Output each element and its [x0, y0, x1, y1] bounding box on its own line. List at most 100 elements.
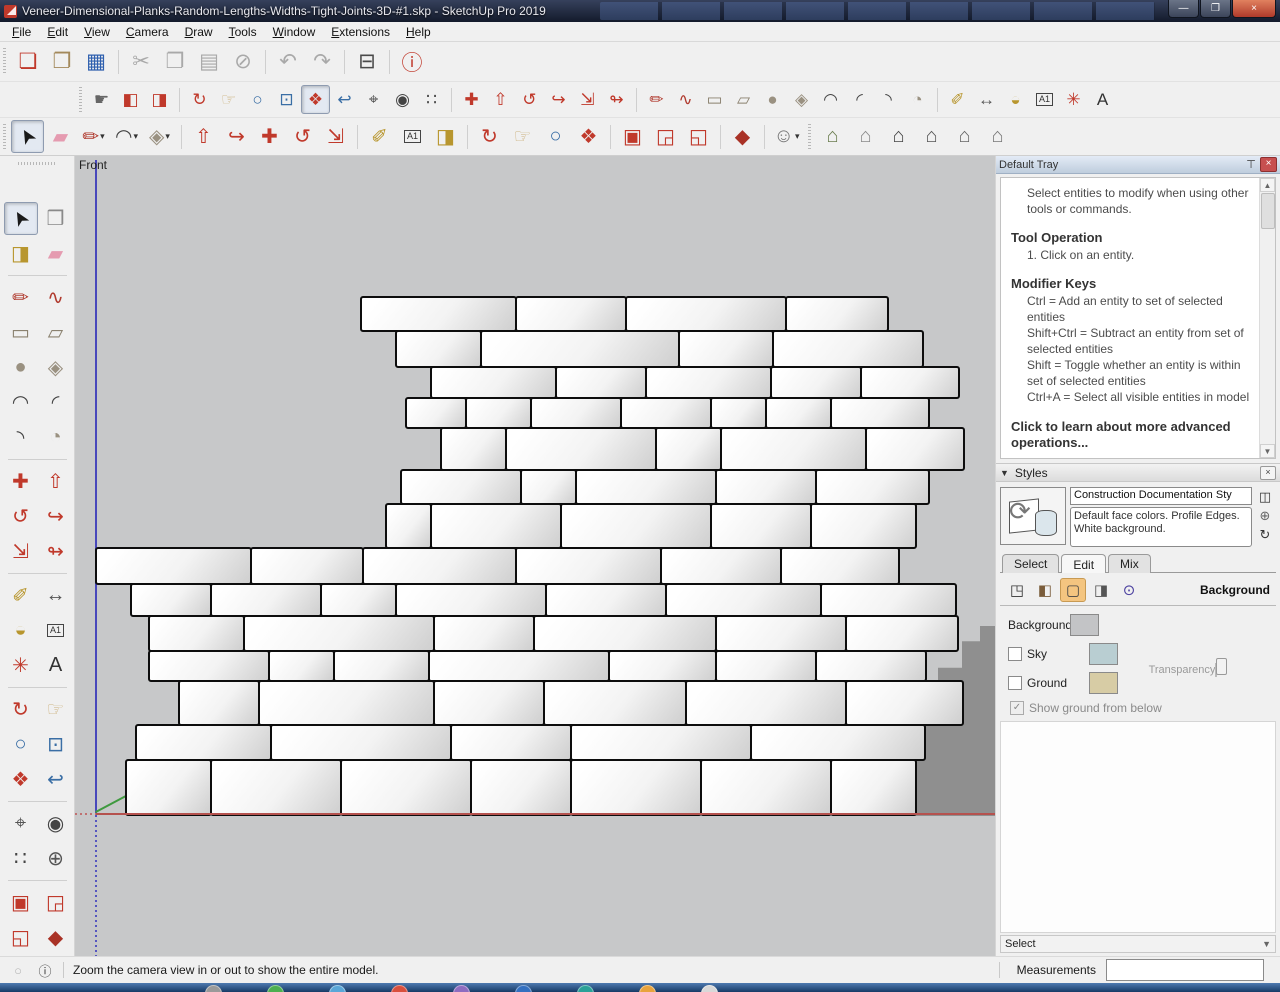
print-icon[interactable]: ⊟ [350, 45, 384, 79]
plank[interactable] [608, 650, 717, 682]
background-settings-icon[interactable]: ▢ [1060, 578, 1086, 602]
zoom-icon[interactable]: ○ [539, 120, 572, 153]
taskbar-icon[interactable] [639, 985, 656, 992]
move-icon[interactable]: ✚ [4, 465, 38, 498]
new-file-icon[interactable]: ❏ [11, 45, 45, 79]
pan-icon[interactable]: ☞ [506, 120, 539, 153]
paint-bucket-icon[interactable]: ◨ [4, 237, 38, 270]
freehand-icon[interactable]: ∿ [39, 281, 73, 314]
plank[interactable] [715, 615, 847, 652]
component-options-icon[interactable]: ◧ [116, 85, 145, 114]
menu-item[interactable]: File [4, 23, 39, 41]
plank[interactable] [700, 759, 832, 816]
plank[interactable] [560, 503, 712, 549]
tab-edit[interactable]: Edit [1061, 554, 1107, 573]
transparency-slider-thumb[interactable] [1216, 658, 1228, 675]
line-icon[interactable]: ✏ ▾ [77, 120, 110, 153]
plank[interactable] [575, 469, 717, 505]
two-point-arc-icon[interactable]: ◜ [845, 85, 874, 114]
transparency-slider[interactable] [1215, 658, 1228, 677]
model-viewport[interactable]: Front [75, 156, 995, 956]
plank[interactable] [395, 583, 547, 617]
right-view-icon[interactable]: ⌂ [915, 120, 948, 153]
extension-warehouse-icon[interactable]: ◲ [39, 886, 73, 919]
taskbar-icon[interactable] [577, 985, 594, 992]
menu-item[interactable]: Camera [118, 23, 177, 41]
plank[interactable] [570, 759, 702, 816]
left-view-icon[interactable]: ⌂ [981, 120, 1014, 153]
follow-me-icon[interactable]: ↪ [39, 500, 73, 533]
menu-item[interactable]: Extensions [323, 23, 398, 41]
taskbar-icon[interactable] [453, 985, 470, 992]
taskbar-icon[interactable] [329, 985, 346, 992]
edge-settings-icon[interactable]: ◳ [1004, 578, 1030, 602]
polygon-icon[interactable]: ◈ [39, 351, 73, 384]
plank[interactable] [865, 427, 965, 471]
create-style-icon[interactable]: ⊕ [1255, 506, 1275, 525]
rotate-icon[interactable]: ↺ [4, 500, 38, 533]
text-icon[interactable]: A1 [1030, 85, 1059, 114]
advanced-operations-link[interactable]: Click to learn about more advanced opera… [1011, 419, 1256, 451]
sky-color-swatch[interactable] [1089, 643, 1118, 665]
taskbar-icon[interactable] [701, 985, 718, 992]
plank[interactable] [715, 469, 817, 505]
arc-icon[interactable]: ◠ ▾ [110, 120, 143, 153]
scroll-down-icon[interactable]: ▼ [1260, 444, 1275, 458]
save-file-icon[interactable]: ▦ [79, 45, 113, 79]
plank[interactable] [645, 366, 772, 399]
plank[interactable] [660, 547, 782, 585]
line-icon[interactable]: ✏ [642, 85, 671, 114]
text-icon[interactable]: A1 [396, 120, 429, 153]
plank[interactable] [655, 427, 722, 471]
plank[interactable] [620, 397, 712, 429]
geolocation-icon[interactable]: ○ [9, 961, 27, 979]
close-button[interactable]: × [1232, 0, 1276, 18]
three-point-arc-icon[interactable]: ◝ [4, 421, 38, 454]
plank[interactable] [95, 547, 252, 585]
zoom-window-icon[interactable]: ⊡ [39, 728, 73, 761]
rotated-rectangle-icon[interactable]: ▱ [39, 316, 73, 349]
info-icon[interactable]: ⓘ [36, 961, 54, 979]
collapsed-select-panel[interactable]: Select ▼ [1000, 935, 1276, 953]
plank[interactable] [360, 296, 517, 332]
interact-icon[interactable]: ☛ [87, 85, 116, 114]
zoom-icon[interactable]: ○ [243, 85, 272, 114]
plank[interactable] [148, 615, 245, 652]
rectangle-icon[interactable]: ▭ [4, 316, 38, 349]
extension-manager-icon[interactable]: ◆ [39, 921, 73, 954]
plank[interactable] [772, 330, 924, 368]
plank[interactable] [830, 397, 930, 429]
push-pull-icon[interactable]: ⇧ [486, 85, 515, 114]
plank[interactable] [433, 680, 545, 726]
plank[interactable] [785, 296, 889, 332]
plank[interactable] [715, 650, 817, 682]
front-view-icon[interactable]: ⌂ [882, 120, 915, 153]
scrollbar-thumb[interactable] [1261, 193, 1275, 229]
plank[interactable] [148, 650, 270, 682]
background-color-swatch[interactable] [1070, 614, 1099, 636]
zoom-extents-icon[interactable]: ❖ [572, 120, 605, 153]
previous-icon[interactable]: ↩ [330, 85, 359, 114]
arc-icon[interactable]: ◠ [816, 85, 845, 114]
menu-item[interactable]: Window [265, 23, 324, 41]
scale-icon[interactable]: ⇲ [4, 535, 38, 568]
plank[interactable] [765, 397, 832, 429]
menu-item[interactable]: Help [398, 23, 439, 41]
plank[interactable] [130, 583, 212, 617]
menu-item[interactable]: View [76, 23, 118, 41]
plank[interactable] [465, 397, 532, 429]
tray-close-icon[interactable]: × [1260, 157, 1277, 172]
pie-icon[interactable]: ◔ [39, 421, 73, 454]
styles-panel-header[interactable]: ▼ Styles × [996, 463, 1280, 482]
orbit-icon[interactable]: ↻ [4, 693, 38, 726]
follow-me-icon[interactable]: ↪ [544, 85, 573, 114]
plank[interactable] [268, 650, 335, 682]
arc-icon[interactable]: ◠ [4, 386, 38, 419]
section-plane-icon[interactable]: ⊕ [39, 842, 73, 875]
watermark-settings-icon[interactable]: ◨ [1088, 578, 1114, 602]
account-icon[interactable]: ☺ ▾ [770, 120, 803, 153]
plank[interactable] [470, 759, 572, 816]
walk-icon[interactable]: ∷ [417, 85, 446, 114]
menu-item[interactable]: Draw [177, 23, 221, 41]
plank[interactable] [515, 296, 627, 332]
